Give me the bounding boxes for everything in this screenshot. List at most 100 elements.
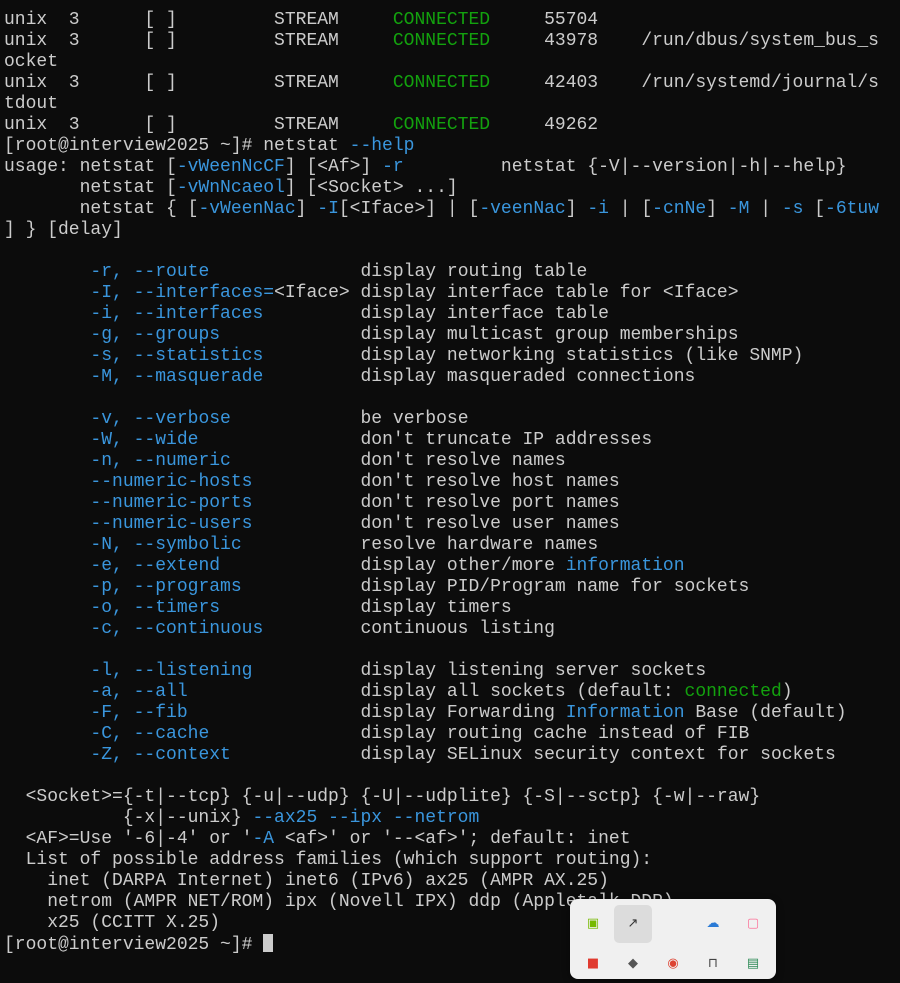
terminal-line: unix 3 [ ] STREAM CONNECTED 49262 [4, 115, 879, 136]
terminal-line: -r, --route display routing table [4, 262, 879, 283]
tray-item-nvidia[interactable]: ▣ [574, 905, 612, 943]
terminal-text: Base (default) [684, 703, 847, 723]
terminal-line: netstat { [-vWeenNac] -I[<Iface>] | [-ve… [4, 199, 879, 220]
terminal-text: usage: netstat [ [4, 157, 177, 177]
highlighted-text: -vWeenNac [198, 199, 296, 219]
cloud-sync-icon: ☁ [706, 916, 720, 931]
terminal-text: <AF>=Use '-6|-4' or ' [4, 829, 253, 849]
tray-item-usb[interactable]: ⊓ [694, 945, 732, 983]
highlighted-text: connected [684, 682, 782, 702]
highlighted-text: CONNECTED [392, 115, 491, 135]
terminal-line: -n, --numeric don't resolve names [4, 451, 879, 472]
usb-icon: ⊓ [707, 956, 719, 971]
tray-item-chrome[interactable]: ◉ [654, 945, 692, 983]
terminal-text: display interface table [263, 304, 609, 324]
chart-app-icon: ▤ [746, 956, 760, 971]
terminal-text: display timers [220, 598, 512, 618]
terminal-cursor [263, 934, 274, 952]
highlighted-text: -i, --interfaces [90, 304, 264, 324]
terminal-line: -M, --masquerade display masqueraded con… [4, 367, 879, 388]
terminal-text: 42403 /run/systemd/journal/s [490, 73, 879, 93]
highlighted-text: information [565, 556, 685, 576]
terminal-text: [<Iface>] | [ [338, 199, 480, 219]
highlighted-text: -n, --numeric [90, 451, 231, 471]
terminal-line: ] } [delay] [4, 220, 879, 241]
terminal-text: ] } [delay] [4, 220, 123, 240]
terminal-text: <Iface> display interface table for <Ifa… [274, 283, 739, 303]
terminal-text: display other/more [220, 556, 566, 576]
highlighted-text: -vWeenNcCF [176, 157, 285, 177]
highlighted-text: -A [252, 829, 275, 849]
terminal-line: <AF>=Use '-6|-4' or '-A <af>' or '--<af>… [4, 829, 879, 850]
terminal-text: List of possible address families (which… [4, 850, 653, 870]
terminal-text: 43978 /run/dbus/system_bus_s [490, 31, 879, 51]
highlighted-text: -M, --masquerade [90, 367, 264, 387]
terminal-text: [ [803, 199, 826, 219]
terminal-text: continuous listing [263, 619, 555, 639]
terminal-line: tdout [4, 94, 879, 115]
terminal-line: -c, --continuous continuous listing [4, 619, 879, 640]
terminal-text: don't truncate IP addresses [198, 430, 653, 450]
highlighted-text: -e, --extend [90, 556, 221, 576]
terminal-text: tdout [4, 94, 59, 114]
highlighted-text: --numeric-users [90, 514, 253, 534]
terminal-line: -i, --interfaces display interface table [4, 304, 879, 325]
terminal-line: usage: netstat [-vWeenNcCF] [<Af>] -r ne… [4, 157, 879, 178]
terminal-text: don't resolve port names [252, 493, 620, 513]
tray-item-red-app[interactable]: ■ [574, 945, 612, 983]
highlighted-text: CONNECTED [392, 73, 491, 93]
terminal-text: [root@interview2025 ~]# [4, 935, 264, 955]
terminal-line: -o, --timers display timers [4, 598, 879, 619]
terminal-text: netstat [ [4, 178, 177, 198]
highlighted-text: -veenNac [479, 199, 566, 219]
terminal-text: display PID/Program name for sockets [241, 577, 750, 597]
terminal-text: x25 (CCITT X.25) [4, 913, 221, 933]
terminal-text: inet (DARPA Internet) inet6 (IPv6) ax25 … [4, 871, 609, 891]
terminal-text: unix 3 [ ] STREAM [4, 31, 393, 51]
highlighted-text: CONNECTED [392, 31, 491, 51]
tray-item-pen[interactable]: ↗ [614, 905, 652, 943]
terminal-line: -W, --wide don't truncate IP addresses [4, 430, 879, 451]
highlighted-text: -I, --interfaces= [90, 283, 275, 303]
highlighted-text: --numeric-hosts [90, 472, 253, 492]
tray-item-bilibili[interactable]: ▢ [734, 905, 772, 943]
tray-item-gray-app[interactable]: ◆ [614, 945, 652, 983]
terminal-text: unix 3 [ ] STREAM [4, 73, 393, 93]
terminal-text: resolve hardware names [241, 535, 599, 555]
terminal-text: be verbose [230, 409, 469, 429]
tray-item-cloud-sync[interactable]: ☁ [694, 905, 732, 943]
terminal-line: <Socket>={-t|--tcp} {-u|--udp} {-U|--udp… [4, 787, 879, 808]
highlighted-text: -W, --wide [90, 430, 199, 450]
terminal-text: display networking statistics (like SNMP… [263, 346, 804, 366]
highlighted-text: -C, --cache [90, 724, 210, 744]
highlighted-text: -s, --statistics [90, 346, 264, 366]
terminal-text: display routing cache instead of FIB [209, 724, 750, 744]
highlighted-text: -N, --symbolic [90, 535, 242, 555]
highlighted-text: -6tuw [825, 199, 880, 219]
highlighted-text: -I [317, 199, 339, 219]
tray-item-chart-app[interactable]: ▤ [734, 945, 772, 983]
terminal-text: display masqueraded connections [263, 367, 696, 387]
highlighted-text: -v, --verbose [90, 409, 231, 429]
terminal-text: display routing table [209, 262, 588, 282]
terminal-line: -e, --extend display other/more informat… [4, 556, 879, 577]
terminal-text: | [749, 199, 782, 219]
bilibili-icon: ▢ [746, 916, 760, 931]
terminal-line: [root@interview2025 ~]# netstat --help [4, 136, 879, 157]
terminal-output[interactable]: unix 3 [ ] STREAM CONNECTED 55704 unix 3 … [4, 10, 879, 955]
terminal-line: unix 3 [ ] STREAM CONNECTED 43978 /run/d… [4, 31, 879, 52]
terminal-line: ocket [4, 52, 879, 73]
highlighted-text: -cnNe [652, 199, 707, 219]
highlighted-text: -r [382, 157, 404, 177]
